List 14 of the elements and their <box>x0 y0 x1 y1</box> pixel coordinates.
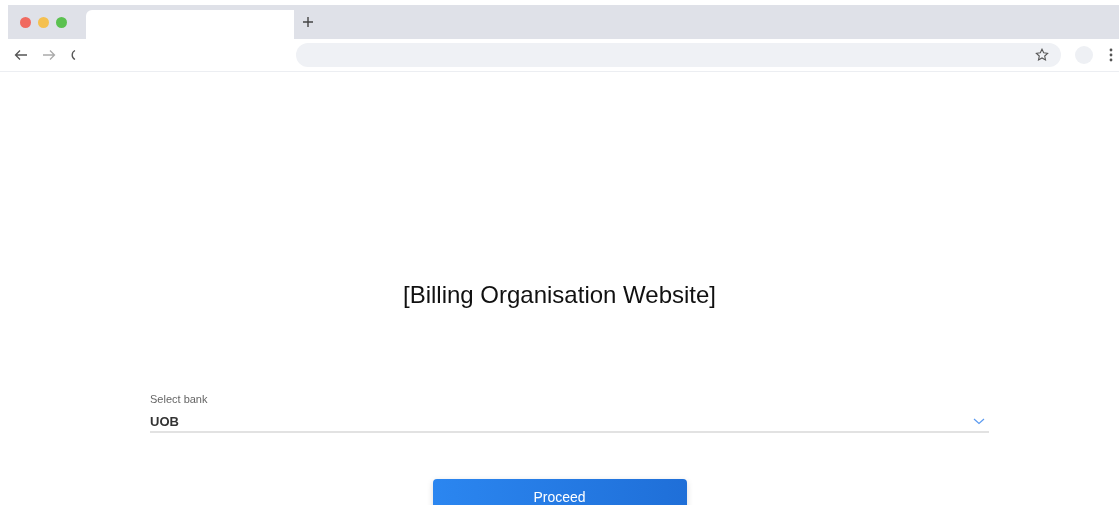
field-label: Select bank <box>150 392 208 406</box>
chevron-down-icon[interactable] <box>973 418 985 425</box>
bookmark-star-icon[interactable] <box>1035 48 1049 62</box>
close-window-icon[interactable] <box>20 16 31 28</box>
menu-icon[interactable] <box>1109 48 1113 62</box>
maximize-window-icon[interactable] <box>56 16 67 28</box>
forward-icon[interactable] <box>42 49 56 61</box>
proceed-button[interactable]: Proceed <box>432 479 687 505</box>
back-icon[interactable] <box>14 49 28 61</box>
reload-icon[interactable] <box>70 49 76 61</box>
new-tab-icon[interactable] <box>301 15 315 29</box>
bank-dropdown[interactable]: UOB <box>150 410 989 433</box>
minimize-window-icon[interactable] <box>38 16 49 28</box>
page-heading: [Billing Organisation Website] <box>401 281 717 309</box>
